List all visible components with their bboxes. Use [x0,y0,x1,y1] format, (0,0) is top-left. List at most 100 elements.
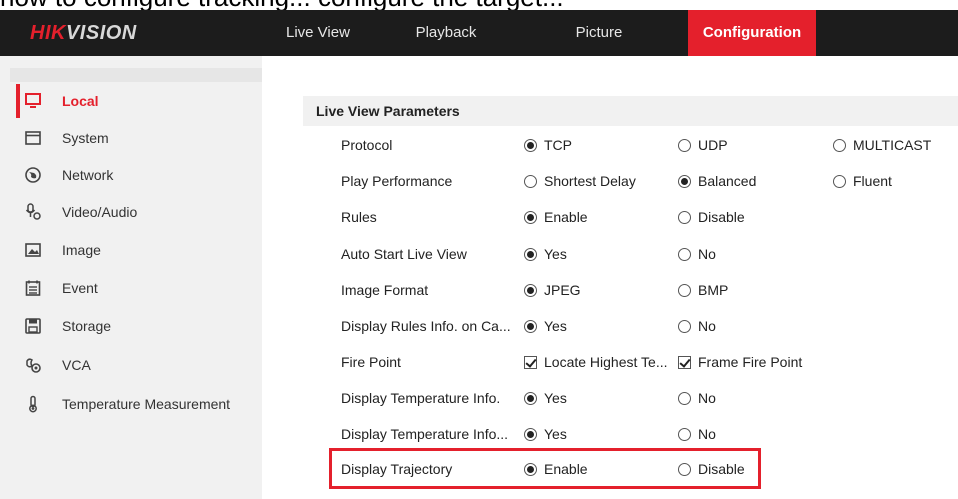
option-label: JPEG [544,282,581,298]
sidebar-label-local: Local [62,93,99,109]
sidebar-item-storage[interactable]: Storage [16,309,262,343]
radio-button[interactable] [678,138,691,152]
param-label: Image Format [341,282,429,298]
param-label: Protocol [341,137,393,153]
radio-auto-start-yes[interactable]: Yes [524,236,567,272]
radio-button[interactable] [678,283,691,297]
option-label: Fluent [853,173,892,189]
checkbox-frame-fire-point[interactable]: Frame Fire Point [678,344,802,380]
option-label: Yes [544,246,567,262]
section-header: Live View Parameters [303,96,958,126]
monitor-icon [24,92,42,110]
radio-button[interactable] [524,391,537,405]
radio-button[interactable] [678,247,691,261]
radio-button[interactable] [678,174,691,188]
sidebar-item-event[interactable]: Event [16,271,262,305]
radio-temp-info2-yes[interactable]: Yes [524,416,567,452]
param-row-protocol: Protocol TCP UDP MULTICAST [303,127,958,163]
param-label: Auto Start Live View [341,246,467,262]
radio-button[interactable] [678,391,691,405]
sidebar-item-video-audio[interactable]: Video/Audio [16,195,262,229]
floppy-disk-icon [24,317,42,335]
radio-button[interactable] [524,210,537,224]
nav-picture[interactable]: Picture [510,10,688,56]
sidebar-label-storage: Storage [62,318,112,334]
option-label: Disable [698,209,745,225]
param-label: Rules [341,209,377,225]
param-row-display-temperature-info: Display Temperature Info. Yes No [303,380,958,416]
thermometer-icon [24,395,42,413]
option-label: No [698,390,716,406]
section-title: Live View Parameters [316,103,460,119]
radio-button[interactable] [833,138,846,152]
radio-balanced[interactable]: Balanced [678,163,756,199]
radio-bmp[interactable]: BMP [678,272,728,308]
sidebar-label-event: Event [62,280,98,296]
checkbox-locate-highest-temp[interactable]: Locate Highest Te... [524,344,667,380]
nav-live-view[interactable]: Live View [270,10,382,56]
option-label: UDP [698,137,728,153]
main-nav: Live View Playback Picture Configuration [270,10,816,56]
param-row-play-performance: Play Performance Shortest Delay Balanced… [303,163,958,199]
checkbox[interactable] [678,355,691,369]
radio-temp-info-no[interactable]: No [678,380,716,416]
radio-button[interactable] [524,174,537,188]
option-label: No [698,246,716,262]
calendar-icon [24,279,42,297]
radio-button[interactable] [524,247,537,261]
option-label: Enable [544,209,588,225]
option-label: Shortest Delay [544,173,636,189]
radio-temp-info-yes[interactable]: Yes [524,380,567,416]
sidebar-item-temperature-measurement[interactable]: Temperature Measurement [16,387,262,421]
param-row-rules: Rules Enable Disable [303,199,958,235]
radio-button[interactable] [678,210,691,224]
cropped-caption: how to configure tracking... configure t… [0,0,958,10]
radio-button[interactable] [678,319,691,333]
radio-auto-start-no[interactable]: No [678,236,716,272]
param-label: Display Rules Info. on Ca... [341,318,511,334]
param-row-display-rules-info: Display Rules Info. on Ca... Yes No [303,308,958,344]
radio-fluent[interactable]: Fluent [833,163,892,199]
vca-icon [24,356,42,374]
radio-rules-info-yes[interactable]: Yes [524,308,567,344]
nav-configuration[interactable]: Configuration [688,10,816,56]
radio-jpeg[interactable]: JPEG [524,272,581,308]
radio-button[interactable] [678,427,691,441]
param-row-fire-point: Fire Point Locate Highest Te... Frame Fi… [303,344,958,380]
radio-button[interactable] [833,174,846,188]
sidebar-item-system[interactable]: System [16,121,262,155]
radio-rules-disable[interactable]: Disable [678,199,745,235]
nav-playback[interactable]: Playback [382,10,510,56]
radio-button[interactable] [524,138,537,152]
radio-udp[interactable]: UDP [678,127,728,163]
option-label: Yes [544,426,567,442]
sidebar-item-vca[interactable]: VCA [16,348,262,382]
sidebar-item-local[interactable]: Local [16,84,262,118]
sidebar-label-temperature-measurement: Temperature Measurement [62,396,231,412]
option-label: Yes [544,318,567,334]
radio-rules-enable[interactable]: Enable [524,199,588,235]
radio-button[interactable] [524,319,537,333]
radio-temp-info2-no[interactable]: No [678,416,716,452]
sidebar-item-image[interactable]: Image [16,233,262,267]
highlight-box [329,448,761,489]
radio-multicast[interactable]: MULTICAST [833,127,931,163]
sidebar-label-vca: VCA [62,357,91,373]
param-label: Display Temperature Info. [341,390,501,406]
param-label: Play Performance [341,173,453,189]
option-label: Yes [544,390,567,406]
radio-rules-info-no[interactable]: No [678,308,716,344]
sidebar-item-network[interactable]: Network [16,158,262,192]
top-header: HIKVISION Live View Playback Picture Con… [0,10,958,56]
radio-button[interactable] [524,283,537,297]
sidebar-label-system: System [62,130,109,146]
logo-part1: HIK [30,22,66,44]
logo-part2: VISION [65,22,137,44]
hikvision-logo: HIKVISION [30,10,137,56]
radio-shortest-delay[interactable]: Shortest Delay [524,163,636,199]
checkbox[interactable] [524,355,537,369]
globe-icon [24,166,42,184]
radio-tcp[interactable]: TCP [524,127,572,163]
option-label: No [698,318,716,334]
radio-button[interactable] [524,427,537,441]
